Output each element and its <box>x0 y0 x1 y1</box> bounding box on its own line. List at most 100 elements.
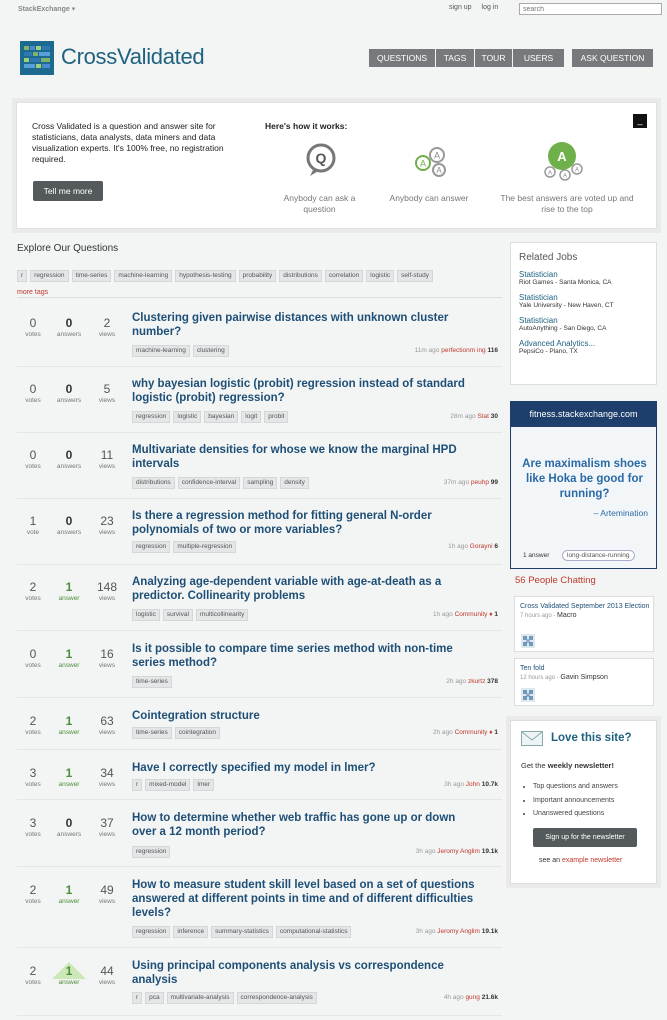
question-tag[interactable]: regression <box>132 541 171 553</box>
job-title[interactable]: Advanced Analytics... <box>519 339 656 348</box>
question-user[interactable]: Jeromy Anglim <box>437 848 480 855</box>
question-time[interactable]: 3h ago <box>416 928 436 935</box>
job-item[interactable]: Statistician Riot Games - Santa Monica, C… <box>519 270 656 286</box>
question-title[interactable]: How to measure student skill level based… <box>132 878 477 920</box>
stackexchange-logo[interactable]: StackExchange ▾ <box>18 5 75 13</box>
nav-users[interactable]: USERS <box>513 49 564 67</box>
question-tag[interactable]: multiple-regression <box>173 541 237 553</box>
question-tag[interactable]: r <box>132 992 143 1004</box>
question-tag[interactable]: clustering <box>192 345 229 357</box>
question-title[interactable]: Clustering given pairwise distances with… <box>132 311 477 339</box>
question-title[interactable]: why bayesian logistic (probit) regressio… <box>132 377 477 405</box>
close-panel-button[interactable]: _ <box>633 114 647 128</box>
question-user[interactable]: peuhp <box>471 479 489 486</box>
chat-room-name[interactable]: Ten fold <box>520 665 545 672</box>
question-time[interactable]: 3h ago <box>416 848 436 855</box>
tag-distributions[interactable]: distributions <box>279 270 322 282</box>
question-title[interactable]: Is there a regression method for fitting… <box>132 509 477 537</box>
question-time[interactable]: 2h ago <box>433 729 453 736</box>
question-user[interactable]: Stat <box>477 413 489 420</box>
question-user[interactable]: Jeromy Anglim <box>437 928 480 935</box>
question-user[interactable]: Community ♦ <box>455 611 493 618</box>
question-tag[interactable]: bayesian <box>204 411 239 423</box>
question-user[interactable]: zkurtz <box>468 678 485 685</box>
question-user[interactable]: perfectionm ing <box>441 347 485 354</box>
tag-logistic[interactable]: logistic <box>366 270 395 282</box>
question-time[interactable]: 11m ago <box>415 347 440 354</box>
tag-hypothesis-testing[interactable]: hypothesis-testing <box>175 270 236 282</box>
tell-me-more-button[interactable]: Tell me more <box>33 181 103 201</box>
job-item[interactable]: Statistician AutoAnything - San Diego, CA <box>519 316 656 332</box>
question-tag[interactable]: probit <box>264 411 289 423</box>
question-tag[interactable]: survival <box>162 609 193 621</box>
question-title[interactable]: Cointegration structure <box>132 709 477 723</box>
question-time[interactable]: 4h ago <box>444 994 464 1001</box>
question-time[interactable]: 28m ago <box>450 413 475 420</box>
question-time[interactable]: 3h ago <box>444 781 464 788</box>
tag-r[interactable]: r <box>17 270 28 282</box>
question-tag[interactable]: r <box>132 779 143 791</box>
question-tag[interactable]: time-series <box>132 727 172 739</box>
job-item[interactable]: Advanced Analytics... PepsiCo - Plano, TX <box>519 339 656 355</box>
newsletter-signup-button[interactable]: Sign up for the newsletter <box>533 828 637 847</box>
tag-machine-learning[interactable]: machine-learning <box>114 270 173 282</box>
question-tag[interactable]: time-series <box>132 676 172 688</box>
ask-question-button[interactable]: ASK QUESTION <box>572 49 653 67</box>
nav-questions[interactable]: QUESTIONS <box>369 49 435 67</box>
question-tag[interactable]: computational-statistics <box>275 926 352 938</box>
question-time[interactable]: 2h ago <box>446 678 466 685</box>
question-time[interactable]: 1h ago <box>433 611 453 618</box>
question-tag[interactable]: distributions <box>132 477 175 489</box>
more-tags-link[interactable]: more tags <box>17 289 48 296</box>
job-title[interactable]: Statistician <box>519 270 656 279</box>
question-tag[interactable]: summary-statistics <box>211 926 273 938</box>
question-tag[interactable]: lmer <box>193 779 215 791</box>
job-title[interactable]: Statistician <box>519 293 656 302</box>
question-tag[interactable]: density <box>280 477 309 489</box>
question-title[interactable]: Using principal components analysis vs c… <box>132 959 477 987</box>
question-title[interactable]: Have I correctly specified my model in l… <box>132 761 477 775</box>
chat-room[interactable]: Ten fold 12 hours ago - Gavin Simpson <box>514 658 654 706</box>
job-title[interactable]: Statistician <box>519 316 656 325</box>
question-tag[interactable]: logistic <box>173 411 202 423</box>
chat-user[interactable]: Gavin Simpson <box>560 674 607 681</box>
question-tag[interactable]: logistic <box>132 609 160 621</box>
question-tag[interactable]: logit <box>241 411 262 423</box>
question-tag[interactable]: pca <box>145 992 164 1004</box>
question-title[interactable]: Is it possible to compare time series me… <box>132 642 477 670</box>
featured-site-name[interactable]: fitness.stackexchange.com <box>511 402 656 427</box>
job-item[interactable]: Statistician Yale University - New Haven,… <box>519 293 656 309</box>
tag-time-series[interactable]: time-series <box>71 270 112 282</box>
featured-network-question[interactable]: fitness.stackexchange.com Are maximalism… <box>510 401 657 569</box>
question-tag[interactable]: regression <box>132 926 171 938</box>
question-tag[interactable]: sampling <box>243 477 278 489</box>
chat-room[interactable]: Cross Validated September 2013 Election 7… <box>514 596 654 652</box>
question-tag[interactable]: multivariate-analysis <box>166 992 234 1004</box>
question-user[interactable]: Gorayni <box>470 543 493 550</box>
tag-self-study[interactable]: self-study <box>397 270 433 282</box>
question-title[interactable]: Multivariate densities for whose we know… <box>132 443 477 471</box>
signup-link[interactable]: sign up <box>449 4 472 11</box>
chat-user[interactable]: Macro <box>557 612 576 619</box>
question-time[interactable]: 37m ago <box>444 479 469 486</box>
question-user[interactable]: gung <box>465 994 479 1001</box>
question-tag[interactable]: machine-learning <box>132 345 190 357</box>
chat-heading[interactable]: 56 People Chatting <box>515 575 596 586</box>
question-title[interactable]: How to determine whether web traffic has… <box>132 811 477 839</box>
nav-tags[interactable]: TAGS <box>436 49 474 67</box>
login-link[interactable]: log in <box>482 4 499 11</box>
question-tag[interactable]: cointegration <box>174 727 221 739</box>
question-user[interactable]: Community ♦ <box>455 729 493 736</box>
question-tag[interactable]: multicollinearity <box>195 609 249 621</box>
search-input[interactable] <box>519 3 662 15</box>
question-tag[interactable]: confidence-interval <box>177 477 241 489</box>
example-newsletter-link[interactable]: example newsletter <box>562 857 622 864</box>
question-title[interactable]: Analyzing age-dependent variable with ag… <box>132 575 477 603</box>
nav-tour[interactable]: TOUR <box>475 49 512 67</box>
question-user[interactable]: John <box>466 781 480 788</box>
cross-validated-logo-icon[interactable] <box>20 41 54 75</box>
featured-tag[interactable]: long-distance-running <box>562 550 635 561</box>
question-tag[interactable]: correspondence-analysis <box>236 992 317 1004</box>
question-tag[interactable]: regression <box>132 411 171 423</box>
question-tag[interactable]: inference <box>173 926 209 938</box>
